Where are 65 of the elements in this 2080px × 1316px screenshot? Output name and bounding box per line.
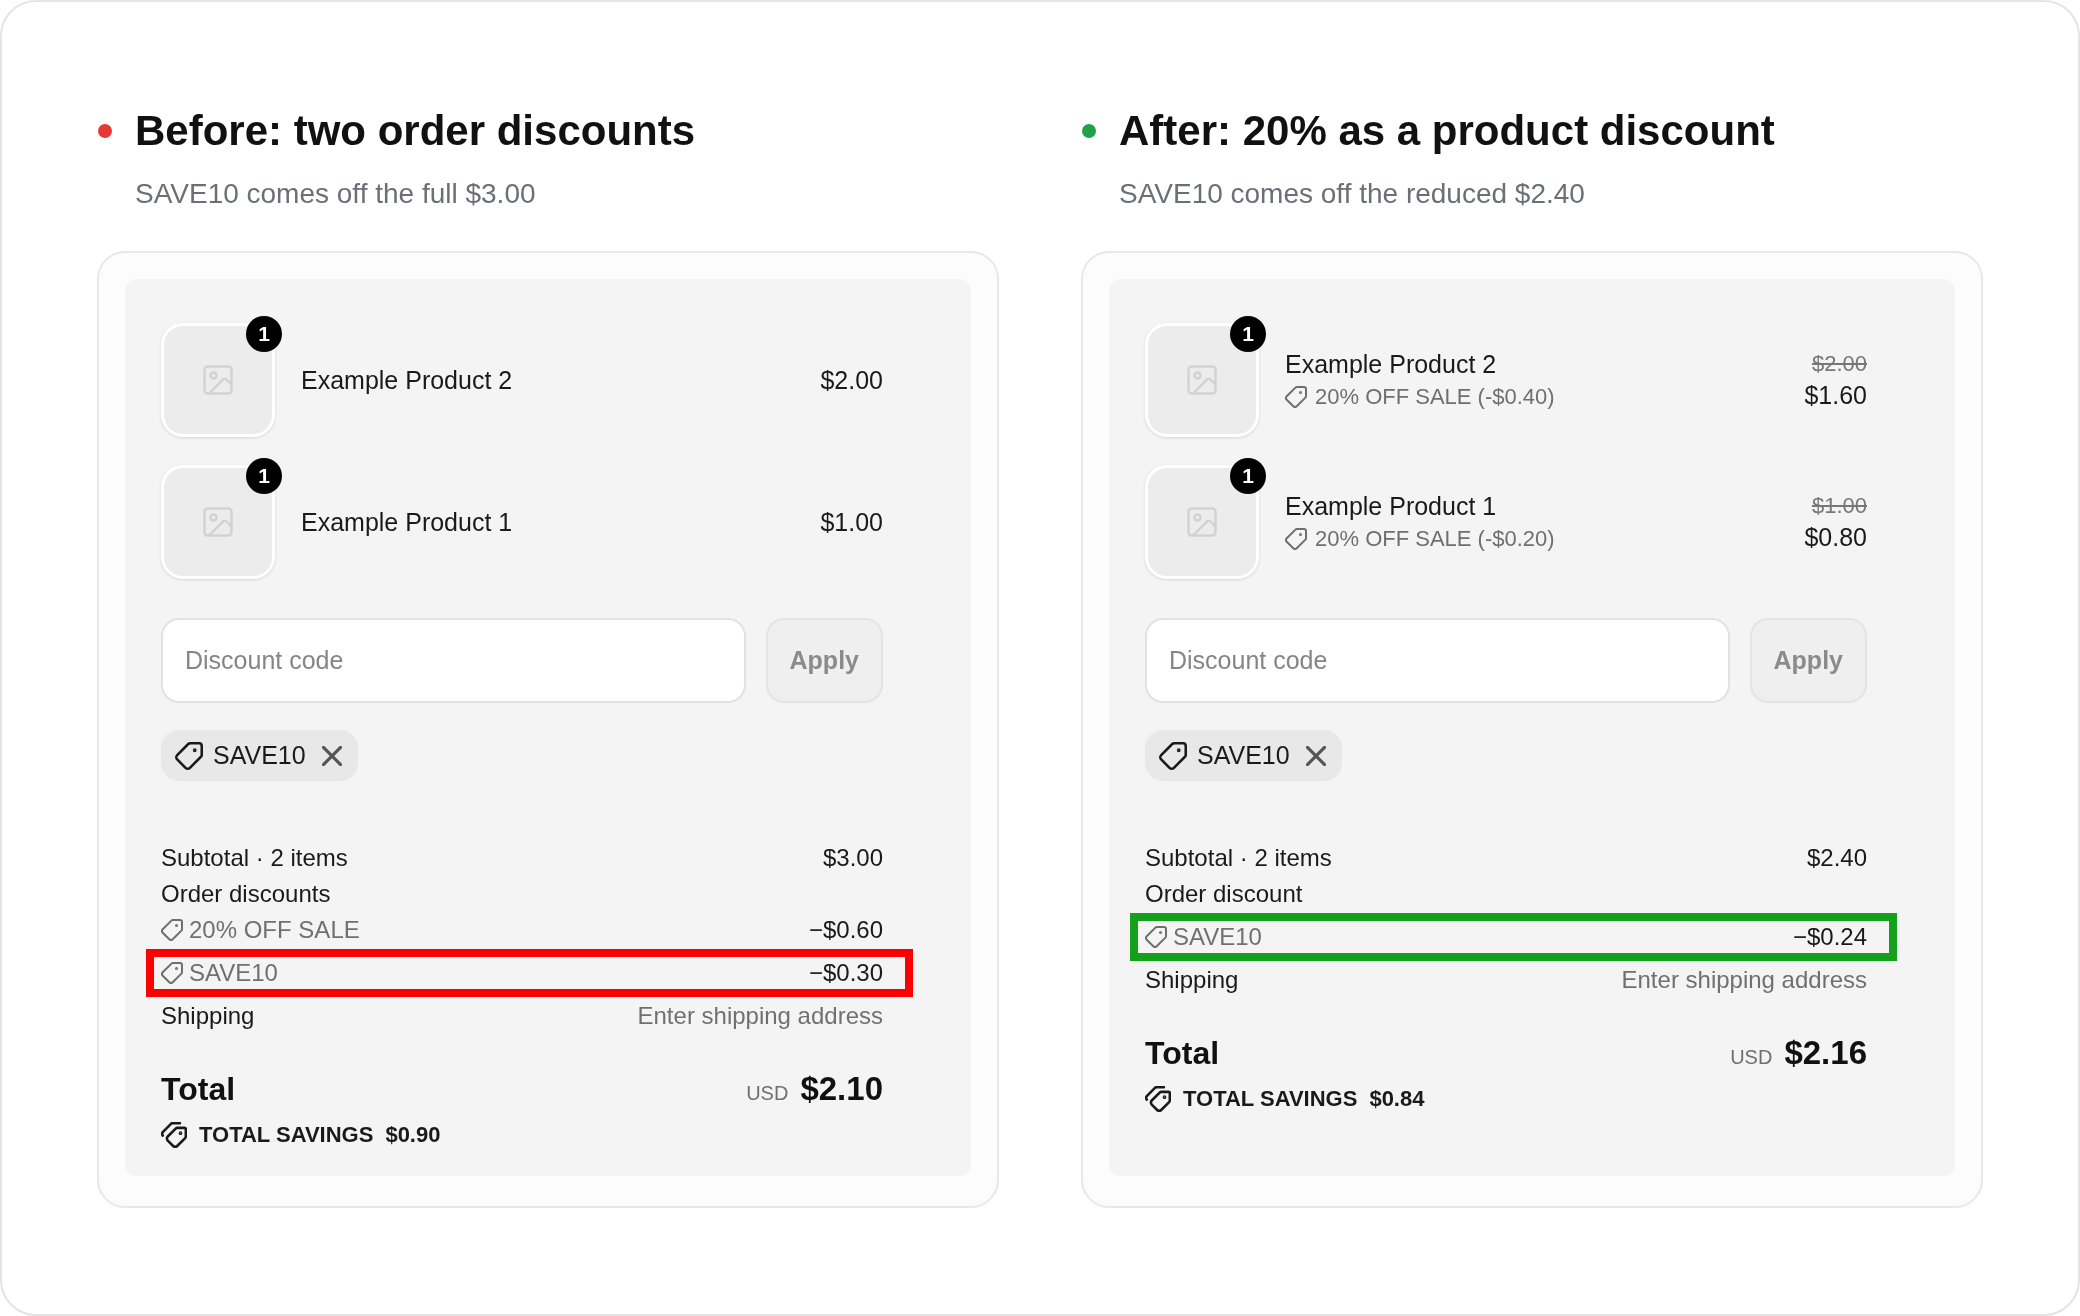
discount-code-input[interactable]: Discount code	[161, 618, 746, 703]
quantity-badge: 1	[246, 316, 282, 352]
close-icon[interactable]	[1305, 745, 1326, 766]
quantity-badge: 1	[246, 458, 282, 494]
currency-code: USD	[1730, 1046, 1773, 1069]
subtotal-label: Subtotal · 2 items	[1145, 843, 1332, 873]
tag-icon	[1285, 386, 1307, 408]
tag-icon	[161, 962, 183, 984]
discount-code-input[interactable]: Discount code	[1145, 618, 1730, 703]
shipping-label: Shipping	[1145, 965, 1239, 995]
product-name: Example Product 1	[1285, 491, 1497, 521]
product-name: Example Product 2	[1285, 349, 1497, 379]
image-icon	[1187, 365, 1217, 395]
discounts-heading: Order discounts	[161, 879, 331, 909]
discount-code: SAVE10	[213, 741, 306, 770]
discounts-heading: Order discount	[1145, 879, 1303, 909]
currency-code: USD	[746, 1082, 789, 1105]
tags-icon	[1145, 1086, 1171, 1112]
savings-label: TOTAL SAVINGS	[199, 1122, 374, 1148]
subtotal-label: Subtotal · 2 items	[161, 843, 348, 873]
discount-code: SAVE10	[1197, 741, 1290, 770]
image-icon	[1187, 507, 1217, 537]
discount-amount: −$0.30	[808, 958, 883, 988]
subtotal-value: $3.00	[822, 843, 883, 873]
total-label: Total	[1145, 1035, 1220, 1072]
product-name: Example Product 2	[301, 365, 513, 395]
savings-label: TOTAL SAVINGS	[1183, 1086, 1358, 1112]
tag-icon	[1159, 741, 1187, 770]
section-title: After: 20% as a product discount	[1119, 106, 1775, 156]
product-price: $0.80	[1804, 522, 1867, 552]
tag-icon	[1145, 926, 1167, 948]
shipping-note: Enter shipping address	[1621, 965, 1867, 995]
section-subtitle: SAVE10 comes off the full $3.00	[135, 177, 536, 211]
product-name: Example Product 1	[301, 507, 513, 537]
compare-at-price: $2.00	[1811, 350, 1867, 378]
product-discount: 20% OFF SALE (-$0.40)	[1315, 383, 1555, 411]
shipping-note: Enter shipping address	[637, 1001, 883, 1031]
subtotal-value: $2.40	[1806, 843, 1867, 873]
discount-label: 20% OFF SALE	[189, 915, 360, 945]
tag-icon	[161, 919, 183, 941]
shipping-label: Shipping	[161, 1001, 255, 1031]
tag-icon	[175, 741, 203, 770]
tag-icon	[1285, 528, 1307, 550]
image-icon	[203, 365, 233, 395]
product-discount: 20% OFF SALE (-$0.20)	[1315, 525, 1555, 553]
discount-amount: −$0.24	[1792, 922, 1867, 952]
discount-label: SAVE10	[189, 958, 278, 988]
product-price: $1.60	[1804, 380, 1867, 410]
image-icon	[203, 507, 233, 537]
total-label: Total	[161, 1071, 236, 1108]
total-value: $2.10	[800, 1070, 883, 1108]
section-subtitle: SAVE10 comes off the reduced $2.40	[1119, 177, 1585, 211]
discount-amount: −$0.60	[808, 915, 883, 945]
tags-icon	[161, 1122, 187, 1148]
product-price: $1.00	[820, 507, 883, 537]
quantity-badge: 1	[1230, 316, 1266, 352]
total-value: $2.16	[1784, 1034, 1867, 1072]
section-title: Before: two order discounts	[135, 106, 696, 156]
savings-value: $0.84	[1369, 1086, 1425, 1112]
product-price: $2.00	[820, 365, 883, 395]
close-icon[interactable]	[321, 745, 342, 766]
compare-at-price: $1.00	[1811, 492, 1867, 520]
savings-value: $0.90	[385, 1122, 441, 1148]
quantity-badge: 1	[1230, 458, 1266, 494]
discount-label: SAVE10	[1173, 922, 1262, 952]
